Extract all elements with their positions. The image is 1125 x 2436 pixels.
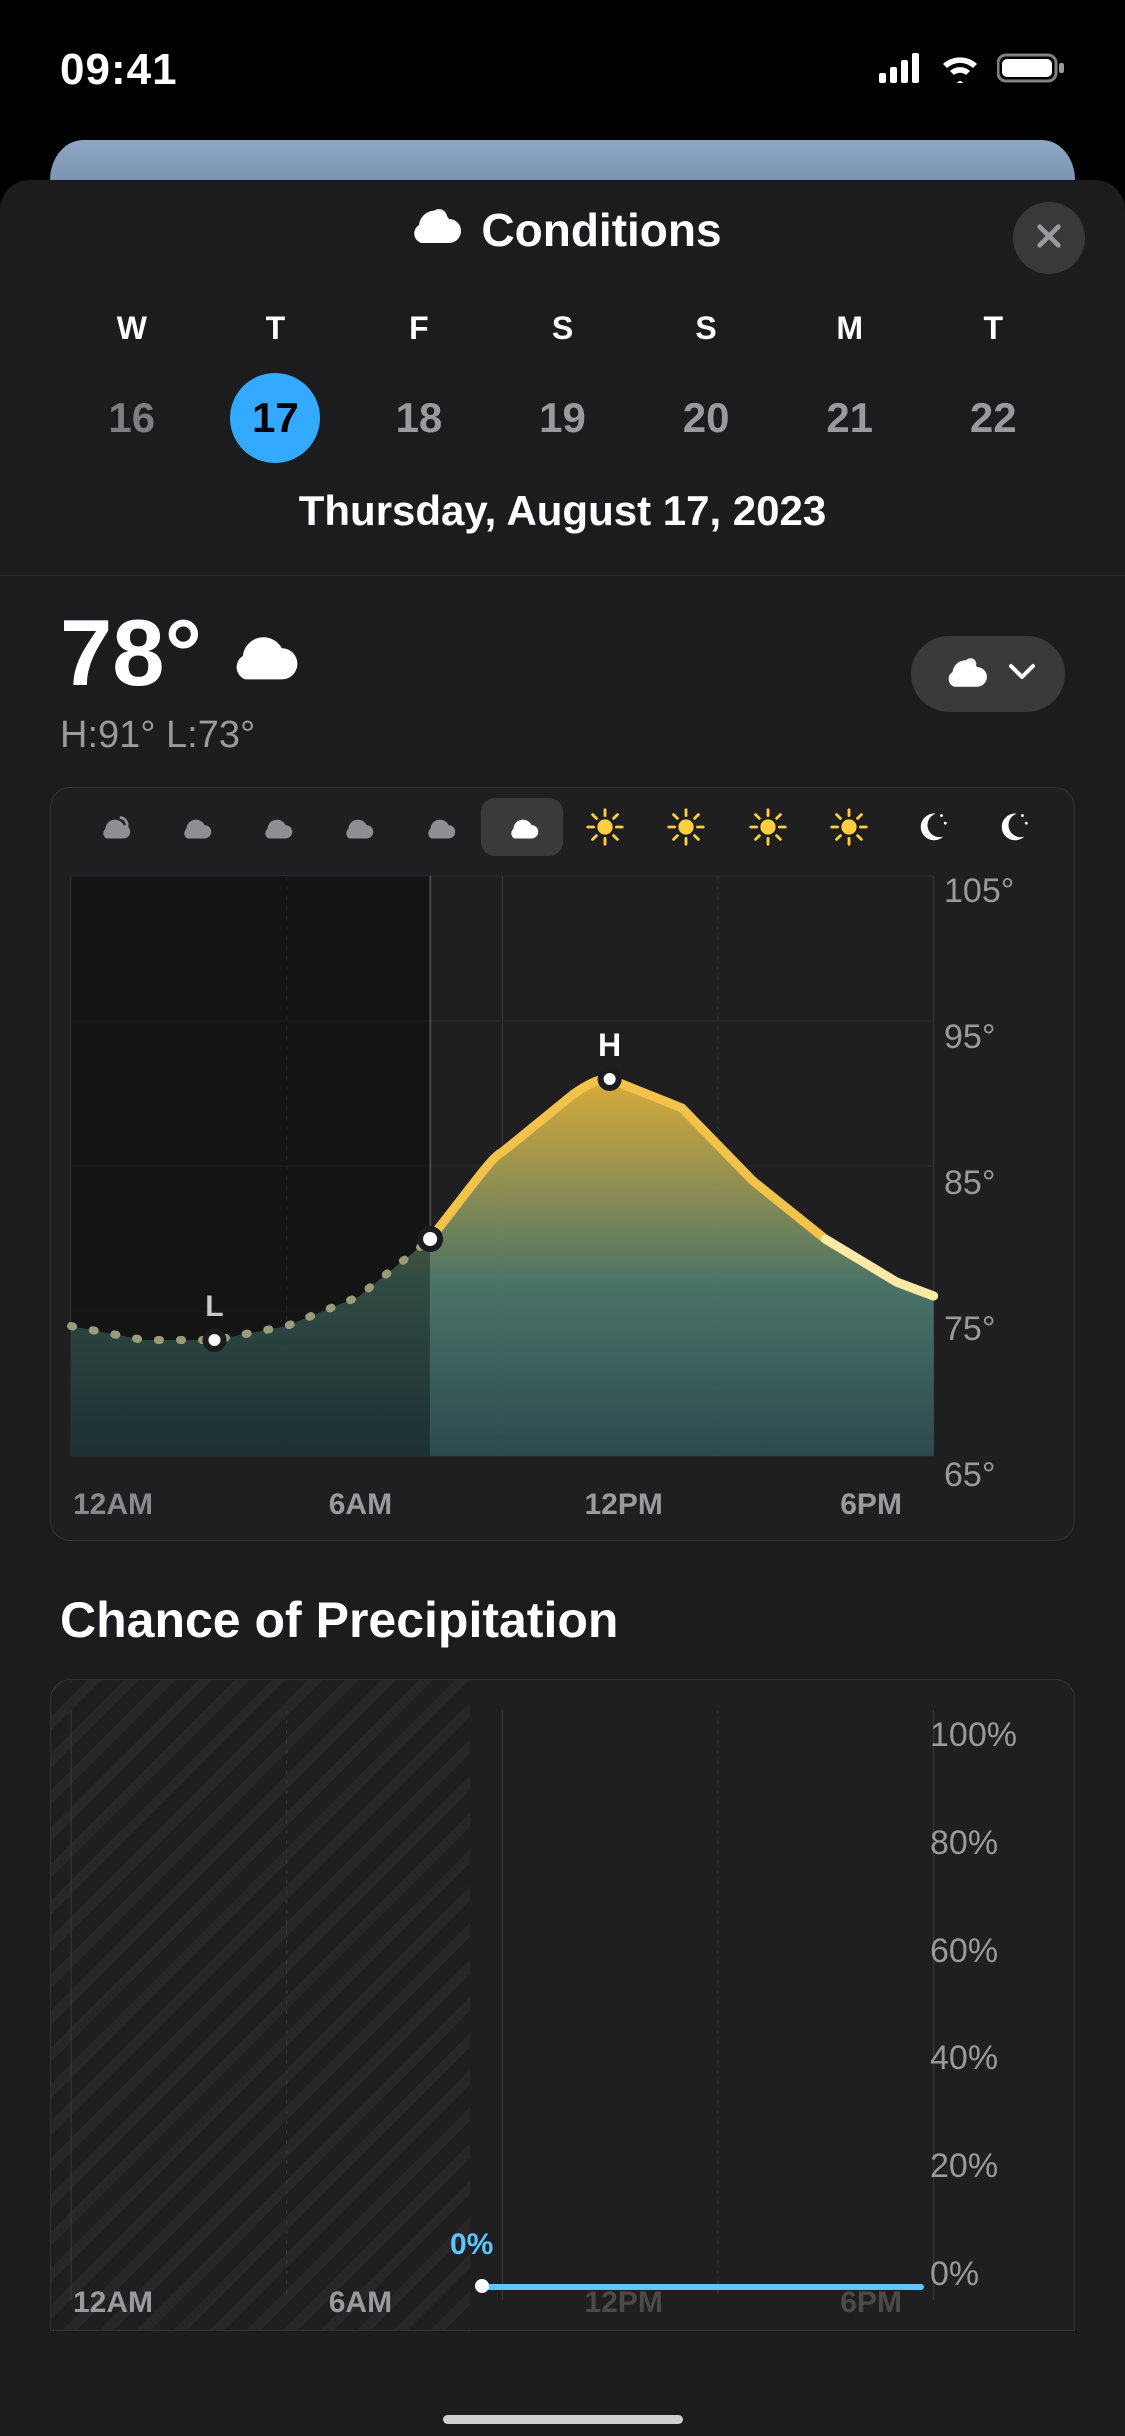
cloud-icon [398,806,479,856]
day-letter: T [204,310,348,347]
battery-icon [997,52,1065,89]
sunny-icon [565,806,646,856]
summary-row: 78° H:91° L:73° [0,576,1125,777]
cellular-icon [879,53,923,88]
day-number: 20 [661,373,751,463]
wifi-icon [939,53,981,88]
precip-chart-svg [51,1680,1074,2330]
cloud-current-icon [481,798,562,856]
summary-left: 78° H:91° L:73° [60,606,300,757]
day-letter: T [921,310,1065,347]
sunny-icon [727,806,808,856]
modal-title-text: Conditions [481,203,721,257]
temp-value: 78° [60,606,202,700]
day-item[interactable]: F 18 [347,310,491,463]
day-number: 17 [230,373,320,463]
temperature-chart-svg: H L [51,856,1074,1476]
x-tick: 6AM [307,2286,563,2320]
cloud-icon [403,203,463,258]
y-tick: 20% [930,2147,1050,2186]
cloud-icon [236,806,317,856]
temp-x-axis: 12AM6AM12PM6PM [51,1476,1074,1540]
status-indicators [879,52,1065,89]
day-item[interactable]: T 17 [204,310,348,463]
day-number: 19 [518,373,608,463]
temperature-chart[interactable]: H L 105°95°85°75°65° [51,856,1074,1476]
precip-current-label: 0% [450,2228,493,2262]
low-marker-label: L [205,1290,223,1323]
close-icon [1033,220,1065,257]
cloud-icon [154,806,235,856]
background-sheet-peek [50,140,1075,180]
day-number: 16 [87,373,177,463]
close-button[interactable] [1013,202,1085,274]
modal-title: Conditions [403,203,721,258]
status-time: 09:41 [60,45,178,95]
sunny-icon [808,806,889,856]
clear-night-icon [971,806,1052,856]
x-tick: 12AM [51,2286,307,2320]
day-letter: W [60,310,204,347]
hourly-condition-icons [51,788,1074,856]
y-tick: 80% [930,1824,1050,1863]
night-cloudy-icon [73,806,154,856]
current-temp: 78° [60,606,300,700]
day-item[interactable]: W 16 [60,310,204,463]
day-selector: W 16 T 17 F 18 S 19 S 20 M 21 T 22 [0,280,1125,463]
status-bar: 09:41 [0,0,1125,130]
temperature-chart-card: H L 105°95°85°75°65° 12AM6AM12PM6PM [50,787,1075,1541]
day-item[interactable]: T 22 [921,310,1065,463]
home-indicator[interactable] [443,2415,683,2424]
modal-header: Conditions [0,180,1125,280]
day-item[interactable]: S 20 [634,310,778,463]
precip-chart-card: 0% 100%80%60%40%20%0% 12AM6AM12PM6PM [50,1679,1075,2331]
x-tick: 12AM [51,1488,307,1522]
high-marker-label: H [598,1027,621,1063]
cloud-icon [222,606,300,700]
x-tick: 12PM [563,1488,819,1522]
day-number: 21 [805,373,895,463]
day-number: 18 [374,373,464,463]
cloud-icon [939,654,989,695]
temp-y-axis: 105°95°85°75°65° [944,856,1054,1476]
clear-night-icon [890,806,971,856]
x-tick: 12PM [563,2286,819,2320]
day-letter: S [491,310,635,347]
day-item[interactable]: S 19 [491,310,635,463]
chevron-down-icon [1007,662,1037,687]
sunny-icon [646,806,727,856]
x-tick: 6PM [818,2286,1074,2320]
full-date: Thursday, August 17, 2023 [0,463,1125,575]
y-tick: 40% [930,2039,1050,2078]
x-tick: 6AM [307,1488,563,1522]
y-tick: 60% [930,1932,1050,1971]
section-title-precip: Chance of Precipitation [0,1591,1125,1669]
precip-y-axis: 100%80%60%40%20%0% [930,1680,1050,2330]
day-letter: S [634,310,778,347]
day-item[interactable]: M 21 [778,310,922,463]
day-letter: M [778,310,922,347]
high-low: H:91° L:73° [60,714,300,757]
cloud-icon [317,806,398,856]
day-number: 22 [948,373,1038,463]
condition-picker[interactable] [911,636,1065,712]
y-tick: 100% [930,1716,1050,1755]
conditions-modal: Conditions W 16 T 17 F 18 S 19 S 20 M 21 T 22 Thursda… [0,180,1125,2436]
precip-chart[interactable]: 0% 100%80%60%40%20%0% 12AM6AM12PM6PM [51,1680,1074,2330]
precip-x-axis: 12AM6AM12PM6PM [51,2286,1074,2331]
day-letter: F [347,310,491,347]
